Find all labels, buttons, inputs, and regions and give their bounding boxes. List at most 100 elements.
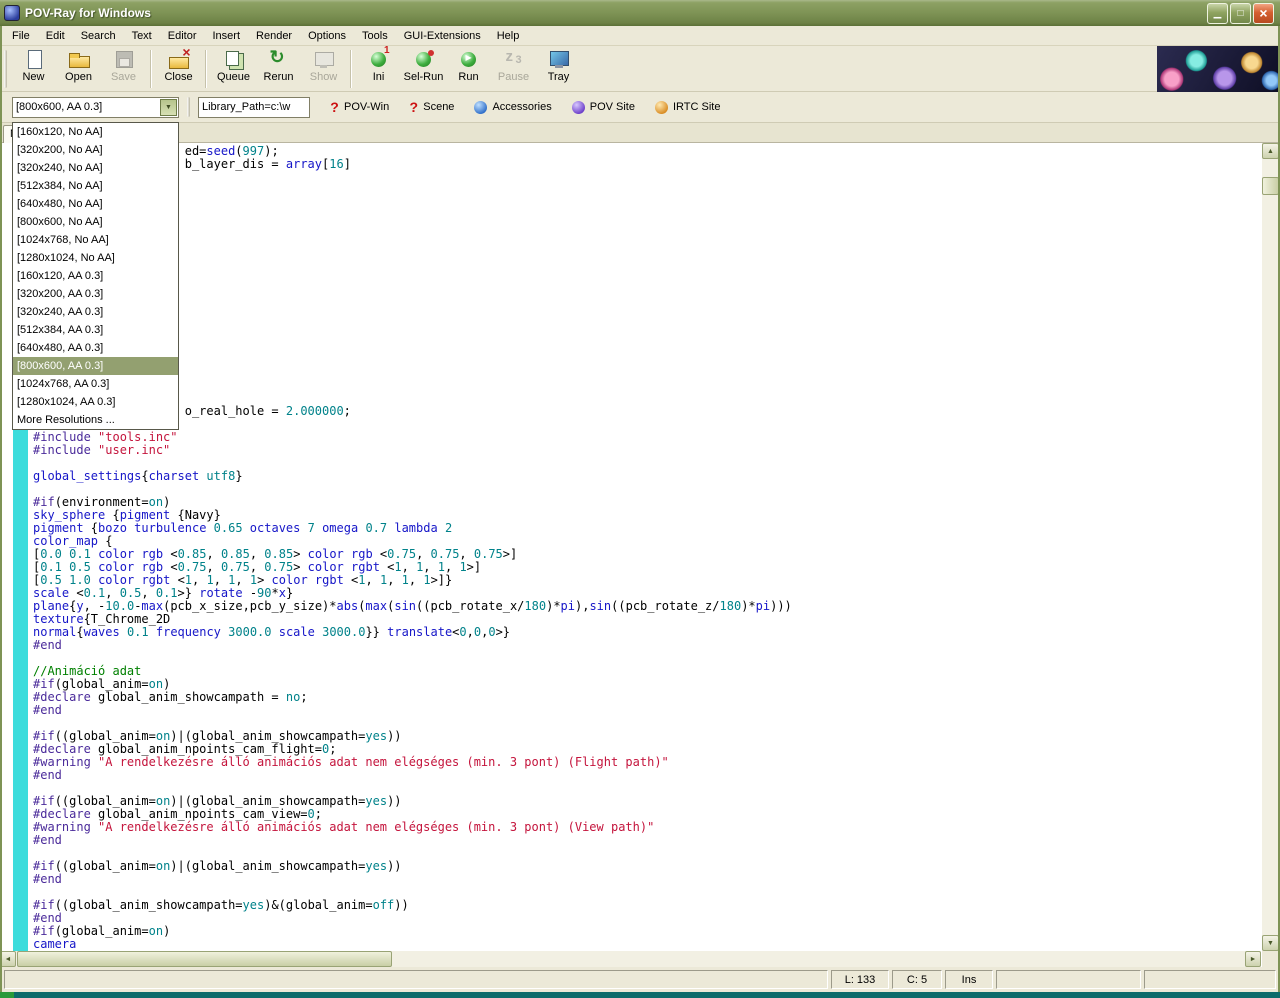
combobox-dropdown-button[interactable]: ▼ <box>160 98 177 116</box>
scroll-down-button[interactable]: ▼ <box>1262 935 1279 951</box>
ini-file-icon <box>367 45 391 70</box>
scroll-up-button[interactable]: ▲ <box>1262 143 1279 159</box>
menu-item-edit[interactable]: Edit <box>38 27 73 45</box>
code-line: #end <box>33 833 62 847</box>
scroll-left-button[interactable]: ◄ <box>0 951 16 967</box>
menu-item-editor[interactable]: Editor <box>160 27 205 45</box>
menu-item-render[interactable]: Render <box>248 27 300 45</box>
toolbar-separator <box>150 50 152 88</box>
resolution-option[interactable]: [800x600, AA 0.3] <box>13 357 178 375</box>
code-editor: ed=seed(997); b_layer_dis = array[16] o_… <box>0 143 1280 967</box>
code-line: b_layer_dis = array[16] <box>184 157 351 171</box>
toolbar-grip[interactable] <box>187 97 190 117</box>
menu-item-search[interactable]: Search <box>73 27 124 45</box>
start-button-edge[interactable] <box>0 992 14 998</box>
resolution-option[interactable]: [320x240, No AA] <box>13 159 178 177</box>
status-extra-cell <box>996 970 1141 989</box>
menu-item-options[interactable]: Options <box>300 27 354 45</box>
code-area[interactable]: ed=seed(997); b_layer_dis = array[16] o_… <box>28 143 1262 951</box>
quick-link-label: POV-Win <box>344 101 390 113</box>
queue-button[interactable]: Queue <box>211 46 256 90</box>
run-button[interactable]: Run <box>446 46 491 90</box>
resolution-option[interactable]: More Resolutions ... <box>13 411 178 429</box>
scroll-up-icon: ▲ <box>1267 147 1274 155</box>
app-icon[interactable] <box>4 5 20 21</box>
accessories-button[interactable]: Accessories <box>464 100 561 114</box>
ini-button[interactable]: Ini <box>356 45 401 90</box>
new-button[interactable]: New <box>11 46 56 90</box>
resolution-option[interactable]: [640x480, No AA] <box>13 195 178 213</box>
status-message-cell <box>4 970 828 989</box>
library-path-input[interactable] <box>198 96 310 118</box>
horizontal-scrollbar-thumb[interactable] <box>17 951 392 967</box>
resolution-option[interactable]: [1280x1024, No AA] <box>13 249 178 267</box>
menu-item-help[interactable]: Help <box>489 27 528 45</box>
tray-button[interactable]: Tray <box>536 46 581 90</box>
maximize-icon: □ <box>1237 7 1244 19</box>
code-line: plane{y, -10.0-max(pcb_x_size,pcb_y_size… <box>33 599 792 613</box>
pov-win-help-button[interactable]: ? POV-Win <box>320 100 399 114</box>
irtc-site-button[interactable]: IRTC Site <box>645 100 730 114</box>
code-line: #if(global_anim=on) <box>33 924 171 938</box>
resolution-option[interactable]: [512x384, No AA] <box>13 177 178 195</box>
resolution-option[interactable]: [320x240, AA 0.3] <box>13 303 178 321</box>
rerun-button[interactable]: Rerun <box>256 46 301 90</box>
toolbar-button-label: New <box>22 71 45 83</box>
resolution-option[interactable]: [1024x768, No AA] <box>13 231 178 249</box>
toolbar-button-label: Pause <box>497 71 530 83</box>
menu-item-tools[interactable]: Tools <box>354 27 396 45</box>
code-line: #if((global_anim=on)|(global_anim_showca… <box>33 859 402 873</box>
toolbar-separator <box>205 50 207 88</box>
vertical-scrollbar-thumb[interactable] <box>1262 177 1279 195</box>
window-border-left <box>0 26 2 992</box>
editor-tab-bar: N <box>0 123 1280 143</box>
menu-item-file[interactable]: File <box>4 27 38 45</box>
resolution-option[interactable]: [1024x768, AA 0.3] <box>13 375 178 393</box>
open-button[interactable]: Open <box>56 46 101 90</box>
minimize-button[interactable]: ▁ <box>1207 2 1228 24</box>
toolbar-grip[interactable] <box>4 50 7 88</box>
toolbar-button-label: Run <box>458 71 479 83</box>
resolution-combobox[interactable]: [800x600, AA 0.3] ▼ <box>12 96 179 118</box>
close-button[interactable]: Close <box>156 44 201 90</box>
code-line: #end <box>33 768 62 782</box>
code-line: #end <box>33 703 62 717</box>
pause-button: Pause <box>491 46 536 90</box>
resolution-option[interactable]: [1280x1024, AA 0.3] <box>13 393 178 411</box>
menu-item-insert[interactable]: Insert <box>205 27 249 45</box>
resolution-option[interactable]: [320x200, AA 0.3] <box>13 285 178 303</box>
show-button: Show <box>301 46 346 90</box>
minimize-icon: ▁ <box>1213 7 1222 19</box>
resolution-option[interactable]: [640x480, AA 0.3] <box>13 339 178 357</box>
resolution-option[interactable]: [160x120, AA 0.3] <box>13 267 178 285</box>
horizontal-scrollbar[interactable]: ◄ ► <box>0 951 1261 967</box>
resolution-option[interactable]: [512x384, AA 0.3] <box>13 321 178 339</box>
resolution-option[interactable]: [320x200, No AA] <box>13 141 178 159</box>
status-insert-mode: Ins <box>945 970 993 989</box>
resolution-option[interactable]: [160x120, No AA] <box>13 123 178 141</box>
menu-item-gui-extensions[interactable]: GUI-Extensions <box>396 27 489 45</box>
code-content: ed=seed(997); b_layer_dis = array[16] o_… <box>33 145 1262 951</box>
scroll-right-button[interactable]: ► <box>1245 951 1261 967</box>
scene-help-button[interactable]: ? Scene <box>399 100 464 114</box>
menu-item-text[interactable]: Text <box>124 27 160 45</box>
taskbar-strip <box>0 992 1280 998</box>
main-toolbar: New Open Save Close Queue Rerun Show Ini Sel-Run… <box>0 44 1280 92</box>
vertical-scrollbar[interactable]: ▲ ▼ <box>1262 143 1279 951</box>
pov-site-button[interactable]: POV Site <box>562 100 645 114</box>
code-line: #include "tools.inc" <box>33 430 178 444</box>
sel-run-button[interactable]: Sel-Run <box>401 46 446 90</box>
close-button[interactable]: × <box>1253 2 1274 24</box>
maximize-button[interactable]: □ <box>1230 2 1251 24</box>
resolution-option[interactable]: [800x600, No AA] <box>13 213 178 231</box>
status-line-number: L: 133 <box>831 970 889 989</box>
